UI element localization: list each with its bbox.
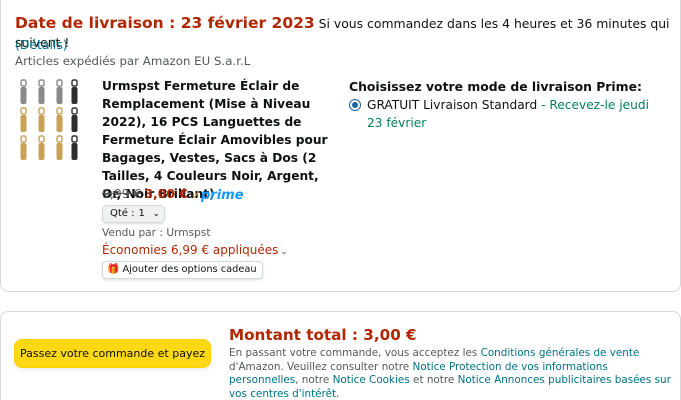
product-image[interactable] — [17, 78, 79, 162]
details-link[interactable]: (Détails) — [15, 37, 68, 52]
shipping-option-standard[interactable]: GRATUIT Livraison Standard - Recevez-le … — [349, 96, 659, 132]
legal-text: et notre — [409, 374, 458, 387]
conditions-link[interactable]: Conditions générales de vente — [481, 347, 640, 359]
shipping-separator: - — [537, 98, 550, 112]
old-price: 9,99 € — [102, 186, 142, 201]
sold-by-text: Vendu par : Urmspst — [102, 227, 211, 239]
legal-text: En passant votre commande, vous acceptez… — [229, 347, 481, 359]
current-price: 3,00 € — [144, 186, 188, 201]
legal-text: . — [336, 387, 340, 400]
legal-text: , notre — [295, 374, 333, 387]
shipping-free-label: GRATUIT Livraison Standard — [367, 98, 538, 112]
gift-icon: 🎁 — [107, 264, 120, 275]
shipping-title: Choisissez votre mode de livraison Prime… — [349, 79, 642, 94]
place-order-button[interactable]: Passez votre commande et payez — [14, 339, 211, 368]
shipped-by-text: Articles expédiés par Amazon EU S.a.r.L — [15, 54, 251, 68]
savings-dropdown[interactable]: Économies 6,99 € appliquées ⌄ — [102, 243, 288, 257]
delivery-date-sep: : — [163, 14, 181, 32]
delivery-header: Date de livraison : 23 février 2023 Si v… — [15, 14, 675, 52]
gift-options-label: Ajouter des options cadeau — [122, 264, 257, 275]
quantity-value: 1 — [138, 208, 145, 219]
delivery-date: 23 février 2023 — [180, 14, 315, 32]
legal-text: d'Amazon. Veuillez consulter notre — [229, 360, 413, 373]
prime-check-icon: ✓ — [190, 188, 201, 202]
quantity-dropdown[interactable]: Qté :1 ⌄ — [102, 205, 165, 223]
chevron-down-icon: ⌄ — [152, 209, 160, 219]
product-title[interactable]: Urmspst Fermeture Éclair de Remplacement… — [102, 77, 340, 203]
savings-text: Économies 6,99 € appliquées — [102, 243, 279, 257]
chevron-down-icon: ⌄ — [280, 247, 288, 257]
cookies-notice-link[interactable]: Notice Cookies — [333, 374, 410, 386]
prime-label: prime — [201, 188, 244, 203]
gift-options-button[interactable]: 🎁 Ajouter des options cadeau — [102, 261, 263, 279]
prime-logo: ✓prime — [191, 187, 244, 203]
order-total: Montant total : 3,00 € — [229, 326, 417, 344]
price-row: 9,99 €3,00 € ✓prime — [102, 186, 244, 203]
legal-notice: En passant votre commande, vous acceptez… — [229, 347, 671, 400]
shipping-radio[interactable] — [349, 99, 361, 111]
quantity-label: Qté : — [110, 208, 135, 219]
delivery-label: Date de livraison — [15, 14, 164, 32]
shipping-option-text: GRATUIT Livraison Standard - Recevez-le … — [367, 96, 659, 132]
